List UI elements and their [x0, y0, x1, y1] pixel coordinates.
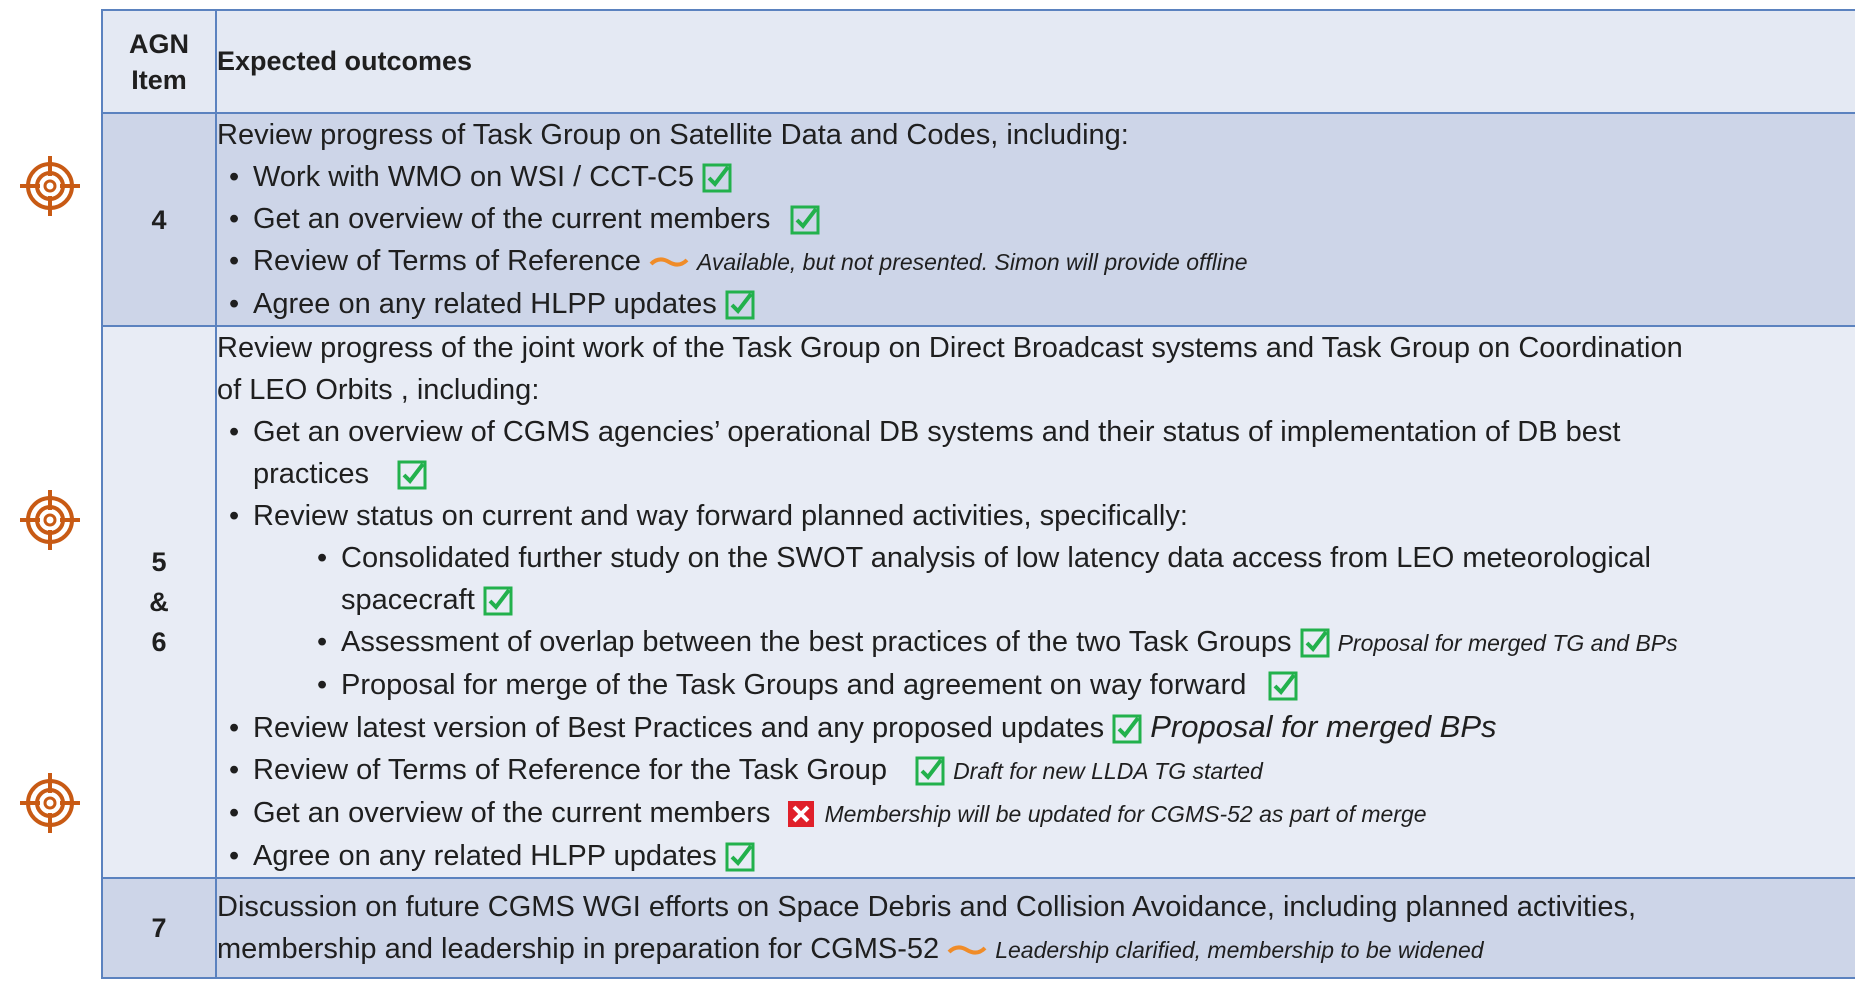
- list-item-text: Review of Terms of Reference: [253, 245, 641, 277]
- table-row: 7 Discussion on future CGMS WGI efforts …: [101, 877, 1855, 979]
- list-item-continuation: practices: [218, 453, 1855, 495]
- intro-text: Review progress of the joint work of the…: [217, 332, 1683, 364]
- bullet: •: [229, 288, 240, 320]
- agn-cell: 5 & 6: [101, 325, 217, 879]
- list-item-text: Get an overview of CGMS agencies’ operat…: [253, 416, 1621, 448]
- list-item-text: Work with WMO on WSI / CCT-C5: [253, 161, 694, 193]
- list-item-text: Review latest version of Best Practices …: [253, 712, 1105, 744]
- note-text: Leadership clarified, membership to be w…: [995, 936, 1484, 963]
- list-item-text: Assessment of overlap between the best p…: [341, 626, 1292, 658]
- bullet: •: [229, 712, 240, 744]
- list-item-text: Review of Terms of Reference for the Tas…: [253, 754, 887, 786]
- intro-text: of LEO Orbits , including:: [217, 374, 540, 406]
- table-row: 5 & 6 Review progress of the joint work …: [101, 325, 1855, 879]
- bullet: •: [229, 416, 240, 448]
- sub-list-item: • Consolidated further study on the SWOT …: [218, 537, 1855, 579]
- list-item: • Review of Terms of Reference for the Ta…: [218, 749, 1855, 792]
- bullet: •: [229, 840, 240, 872]
- bullet: •: [229, 203, 240, 235]
- outcomes-cell: Review progress of Task Group on Satelli…: [215, 112, 1855, 327]
- outcomes-cell: Review progress of the joint work of the…: [215, 325, 1855, 879]
- header-expected-outcomes: Expected outcomes: [215, 9, 1855, 114]
- bullet: •: [317, 542, 328, 574]
- sub-list-item: • Proposal for merge of the Task Groups a…: [218, 664, 1855, 706]
- list-item-text: Get an overview of the current members: [253, 797, 771, 829]
- list-item-text: Proposal for merge of the Task Groups an…: [341, 669, 1247, 701]
- list-item-text: Get an overview of the current members: [253, 203, 771, 235]
- list-item-text: Agree on any related HLPP updates: [253, 840, 717, 872]
- note-text: Proposal for merged BPs: [1150, 709, 1497, 744]
- list-item: • Get an overview of the current members …: [218, 792, 1855, 835]
- target-icon: [20, 156, 80, 216]
- table-row: 4 Review progress of Task Group on Satel…: [101, 112, 1855, 327]
- sub-list-item: • Assessment of overlap between the best …: [218, 621, 1855, 664]
- checkbox-checked-icon: [1112, 714, 1142, 744]
- checkbox-checked-icon: [1300, 628, 1330, 658]
- checkbox-checked-icon: [915, 756, 945, 786]
- bullet: •: [229, 500, 240, 532]
- bullet: •: [229, 754, 240, 786]
- agn-number: 6: [151, 627, 167, 657]
- intro-text: Review progress of Task Group on Satelli…: [217, 119, 1129, 151]
- list-item: • Agree on any related HLPP updates: [218, 835, 1855, 876]
- list-item-text: Review status on current and way forward…: [253, 500, 1188, 532]
- bullet: •: [317, 669, 328, 701]
- list-item: • Review status on current and way forwar…: [218, 495, 1855, 537]
- note-text: Membership will be updated for CGMS-52 a…: [824, 801, 1427, 827]
- header-agn-item: AGN Item: [101, 9, 217, 114]
- checkbox-checked-icon: [1268, 671, 1298, 701]
- row-text: membership and leadership in preparation…: [217, 932, 940, 965]
- row-text-continuation: membership and leadership in preparation…: [217, 928, 1855, 971]
- agn-cell: 7: [101, 877, 217, 979]
- list-item-text: Agree on any related HLPP updates: [253, 288, 717, 320]
- agn-ampersand: &: [149, 587, 169, 617]
- checkbox-checked-icon: [397, 460, 427, 490]
- agn-cell: 4: [101, 112, 217, 327]
- list-item: • Work with WMO on WSI / CCT-C5: [218, 156, 1855, 198]
- tilde-partial-icon: [649, 257, 689, 267]
- list-item: • Review of Terms of Reference Available,…: [218, 240, 1855, 283]
- checkbox-checked-icon: [725, 842, 755, 872]
- table-header-row: AGN Item Expected outcomes: [101, 9, 1855, 114]
- bullet: •: [229, 797, 240, 829]
- bullet: •: [317, 626, 328, 658]
- bullet: •: [229, 161, 240, 193]
- checkbox-checked-icon: [483, 586, 513, 616]
- list-item: • Review latest version of Best Practices…: [218, 706, 1855, 749]
- checkbox-checked-icon: [790, 205, 820, 235]
- checkbox-checked-icon: [702, 163, 732, 193]
- list-item: • Agree on any related HLPP updates: [218, 283, 1855, 324]
- target-icon: [20, 773, 80, 833]
- tilde-partial-icon: [947, 945, 987, 955]
- list-item-text: spacecraft: [341, 584, 475, 616]
- note-text: Available, but not presented. Simon will…: [696, 249, 1248, 275]
- outcomes-cell: Discussion on future CGMS WGI efforts on…: [215, 877, 1855, 979]
- checkbox-checked-icon: [725, 290, 755, 320]
- checkbox-cross-icon: [788, 801, 815, 828]
- row-text: Discussion on future CGMS WGI efforts on…: [217, 890, 1637, 923]
- list-item-text: Consolidated further study on the SWOT a…: [341, 542, 1651, 574]
- note-text: Draft for new LLDA TG started: [953, 758, 1263, 784]
- list-item-text: practices: [253, 458, 370, 490]
- bullet: •: [229, 245, 240, 277]
- sub-list-item-continuation: spacecraft: [218, 579, 1855, 621]
- list-item: • Get an overview of CGMS agencies’ opera…: [218, 411, 1855, 453]
- expected-outcomes-table: AGN Item Expected outcomes 4 Review prog…: [101, 9, 1855, 979]
- note-text: Proposal for merged TG and BPs: [1337, 630, 1678, 656]
- agn-number: 5: [151, 547, 167, 577]
- list-item: • Get an overview of the current members: [218, 198, 1855, 240]
- target-icon: [20, 490, 80, 550]
